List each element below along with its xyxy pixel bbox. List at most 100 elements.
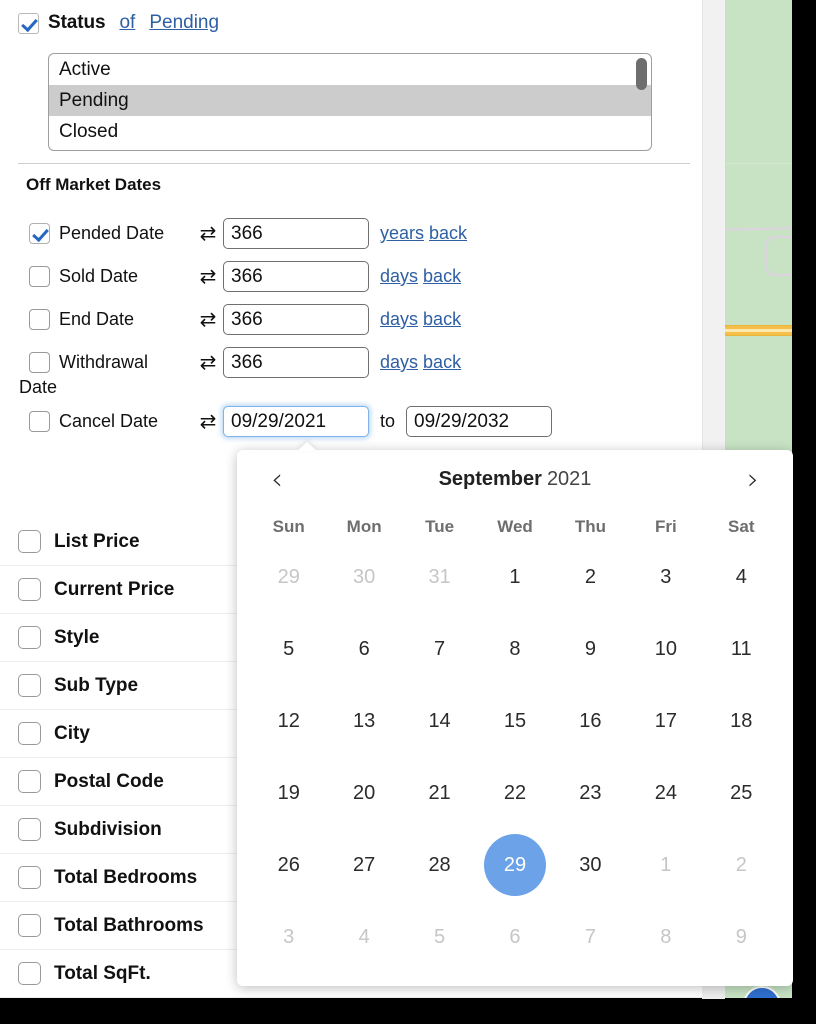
pended-date-unit-link[interactable]: years xyxy=(380,223,424,243)
calendar-day[interactable]: 5 xyxy=(251,613,326,685)
current-price-checkbox[interactable] xyxy=(18,578,41,601)
pended-date-value-input[interactable] xyxy=(223,218,369,249)
calendar-day[interactable]: 9 xyxy=(704,901,779,973)
subdivision-checkbox[interactable] xyxy=(18,818,41,841)
sold-date-checkbox[interactable] xyxy=(29,266,50,287)
calendar-day[interactable]: 24 xyxy=(628,757,703,829)
calendar-day[interactable]: 28 xyxy=(402,829,477,901)
chevron-left-icon[interactable]: ‹ xyxy=(261,464,293,494)
calendar-day[interactable]: 23 xyxy=(553,757,628,829)
pended-date-checkbox[interactable] xyxy=(29,223,50,244)
calendar-day-selected[interactable]: 29 xyxy=(477,829,552,901)
end-date-direction-link[interactable]: back xyxy=(423,309,461,329)
calendar-day[interactable]: 8 xyxy=(628,901,703,973)
calendar-day[interactable]: 25 xyxy=(704,757,779,829)
calendar-day[interactable]: 17 xyxy=(628,685,703,757)
pended-date-direction-link[interactable]: back xyxy=(429,223,467,243)
calendar-day[interactable]: 9 xyxy=(553,613,628,685)
field-label: Sub Type xyxy=(54,674,139,696)
calendar-day[interactable]: 1 xyxy=(477,541,552,613)
withdrawal-date-value-input[interactable] xyxy=(223,347,369,378)
calendar-day-label: 24 xyxy=(654,781,677,804)
sold-date-unit-link[interactable]: days xyxy=(380,266,418,286)
calendar-day[interactable]: 29 xyxy=(251,541,326,613)
total-bathrooms-checkbox[interactable] xyxy=(18,914,41,937)
sub-type-checkbox[interactable] xyxy=(18,674,41,697)
swap-icon[interactable]: ⇄ xyxy=(193,264,223,289)
postal-code-checkbox[interactable] xyxy=(18,770,41,793)
calendar-day[interactable]: 1 xyxy=(628,829,703,901)
end-date-checkbox[interactable] xyxy=(29,309,50,330)
status-value-link[interactable]: Pending xyxy=(149,12,219,34)
calendar-day[interactable]: 13 xyxy=(326,685,401,757)
withdrawal-date-unit-link[interactable]: days xyxy=(380,352,418,372)
app-screen: Status of Pending Active Pending Closed … xyxy=(0,0,816,1024)
status-checkbox[interactable] xyxy=(18,12,39,34)
calendar-day[interactable]: 12 xyxy=(251,685,326,757)
sold-date-direction-link[interactable]: back xyxy=(423,266,461,286)
calendar-day[interactable]: 2 xyxy=(553,541,628,613)
calendar-year: 2021 xyxy=(546,467,592,490)
chevron-right-icon[interactable]: › xyxy=(737,464,769,494)
swap-icon[interactable]: ⇄ xyxy=(193,409,223,434)
listbox-scroll-thumb[interactable] xyxy=(636,58,647,90)
calendar-day[interactable]: 26 xyxy=(251,829,326,901)
total-bedrooms-checkbox[interactable] xyxy=(18,866,41,889)
calendar-day[interactable]: 8 xyxy=(477,613,552,685)
calendar-day[interactable]: 19 xyxy=(251,757,326,829)
calendar-day[interactable]: 10 xyxy=(628,613,703,685)
calendar-day-label: 26 xyxy=(277,853,300,876)
end-date-label: End Date xyxy=(59,309,135,329)
calendar-day[interactable]: 11 xyxy=(704,613,779,685)
calendar-day[interactable]: 6 xyxy=(326,613,401,685)
listbox-scrollbar[interactable] xyxy=(636,58,647,150)
calendar-day[interactable]: 5 xyxy=(402,901,477,973)
total-sqft-checkbox[interactable] xyxy=(18,962,41,985)
calendar-day[interactable]: 4 xyxy=(704,541,779,613)
withdrawal-date-units: days back xyxy=(380,352,461,373)
withdrawal-date-direction-link[interactable]: back xyxy=(423,352,461,372)
swap-icon[interactable]: ⇄ xyxy=(193,307,223,332)
calendar-day[interactable]: 3 xyxy=(628,541,703,613)
calendar-day[interactable]: 2 xyxy=(704,829,779,901)
calendar-day[interactable]: 4 xyxy=(326,901,401,973)
calendar-day-label: 4 xyxy=(735,565,747,588)
swap-icon[interactable]: ⇄ xyxy=(193,221,223,246)
cancel-date-from-input[interactable] xyxy=(223,406,369,437)
calendar-day[interactable]: 22 xyxy=(477,757,552,829)
calendar-day[interactable]: 30 xyxy=(326,541,401,613)
calendar-day[interactable]: 7 xyxy=(553,901,628,973)
end-date-value-input[interactable] xyxy=(223,304,369,335)
calendar-day-label: 15 xyxy=(503,709,527,732)
calendar-day[interactable]: 21 xyxy=(402,757,477,829)
calendar-day[interactable]: 6 xyxy=(477,901,552,973)
withdrawal-date-checkbox[interactable] xyxy=(29,352,50,373)
status-option-closed[interactable]: Closed xyxy=(49,116,651,147)
list-price-checkbox[interactable] xyxy=(18,530,41,553)
calendar-day[interactable]: 14 xyxy=(402,685,477,757)
status-option-active[interactable]: Active xyxy=(49,54,651,85)
cancel-date-checkbox[interactable] xyxy=(29,411,50,432)
calendar-day[interactable]: 16 xyxy=(553,685,628,757)
city-checkbox[interactable] xyxy=(18,722,41,745)
style-checkbox[interactable] xyxy=(18,626,41,649)
calendar-day-label: 17 xyxy=(654,709,677,732)
weekday-tue: Tue xyxy=(425,517,455,536)
calendar-day[interactable]: 3 xyxy=(251,901,326,973)
map-marker-icon[interactable] xyxy=(743,986,781,998)
status-option-pending[interactable]: Pending xyxy=(49,85,651,116)
calendar-day[interactable]: 20 xyxy=(326,757,401,829)
swap-icon[interactable]: ⇄ xyxy=(193,350,223,375)
status-listbox[interactable]: Active Pending Closed xyxy=(48,53,652,151)
calendar-day[interactable]: 27 xyxy=(326,829,401,901)
cancel-date-to-label: to xyxy=(380,411,396,431)
calendar-day[interactable]: 15 xyxy=(477,685,552,757)
calendar-day[interactable]: 18 xyxy=(704,685,779,757)
calendar-day[interactable]: 31 xyxy=(402,541,477,613)
cancel-date-to-input[interactable] xyxy=(406,406,553,437)
status-of-link[interactable]: of xyxy=(119,12,135,34)
calendar-day[interactable]: 7 xyxy=(402,613,477,685)
sold-date-value-input[interactable] xyxy=(223,261,369,292)
end-date-unit-link[interactable]: days xyxy=(380,309,418,329)
calendar-day[interactable]: 30 xyxy=(553,829,628,901)
